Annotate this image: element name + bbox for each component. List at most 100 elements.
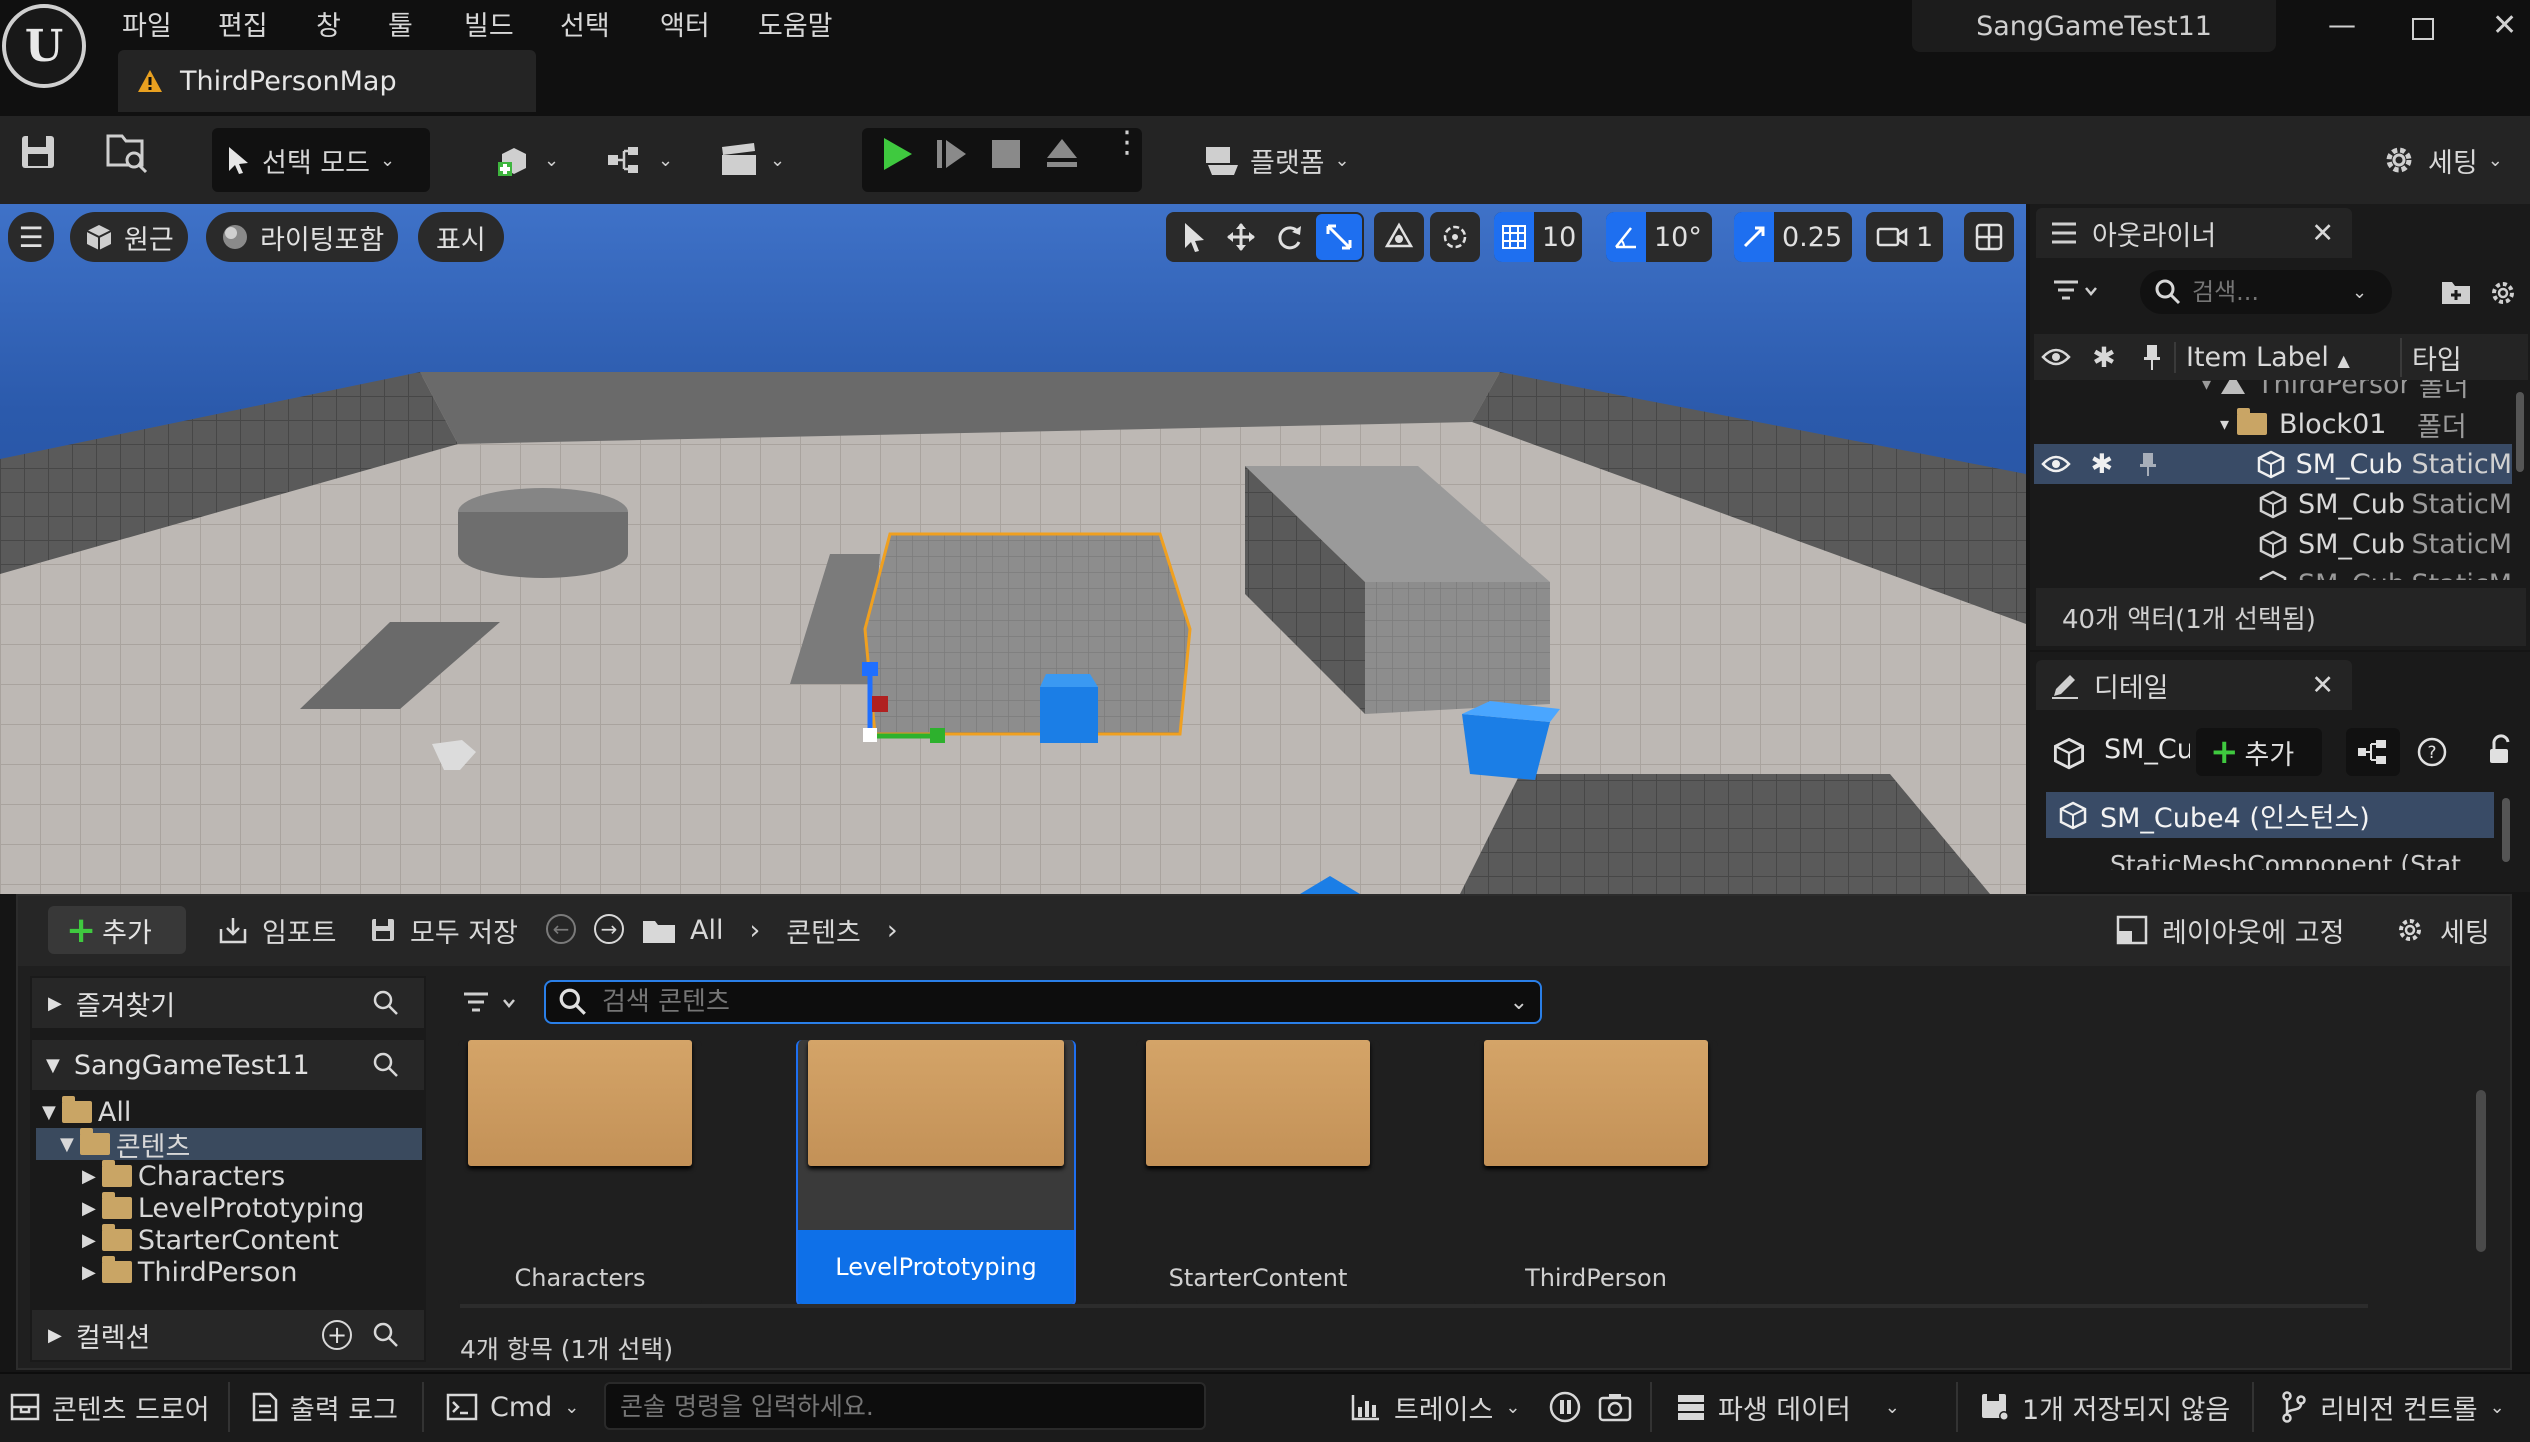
search-icon[interactable]	[372, 1051, 400, 1079]
tree-item[interactable]: ▶ LevelPrototyping	[36, 1192, 422, 1224]
add-component-button[interactable]: + 추가	[2196, 728, 2322, 776]
minimize-icon[interactable]: —	[2328, 8, 2356, 41]
outliner-scrollbar[interactable]	[2516, 392, 2524, 472]
tree-item[interactable]: ▶ ThirdPerson	[36, 1256, 422, 1288]
dock-in-layout-button[interactable]: 레이아웃에 고정	[2116, 906, 2344, 954]
tree-item-content-selected[interactable]: ▼ 콘텐츠	[36, 1128, 422, 1160]
viewport-menu-icon[interactable]: ☰	[8, 212, 54, 262]
maximize-icon[interactable]	[2412, 18, 2434, 40]
content-drawer-button[interactable]: 콘텐츠 드로어	[10, 1372, 210, 1442]
menu-help[interactable]: 도움말	[758, 4, 833, 43]
filter-icon[interactable]	[2052, 276, 2100, 306]
select-mode-dropdown[interactable]: 선택 모드 ⌄	[212, 128, 430, 192]
rotate-tool-icon[interactable]	[1274, 222, 1304, 252]
close-icon[interactable]: ✕	[2311, 218, 2334, 249]
console-input-box[interactable]	[604, 1382, 1206, 1430]
menu-file[interactable]: 파일	[122, 4, 172, 43]
history-back-icon[interactable]: ←	[546, 914, 576, 944]
tree-item-all[interactable]: ▼ All	[36, 1096, 422, 1128]
static-mesh-component-row[interactable]: StaticMeshComponent (Stat	[2110, 848, 2490, 870]
collections-section[interactable]: ▶ 컬렉션 +	[32, 1310, 424, 1360]
outliner-row-selected[interactable]: ✱ SM_Cub StaticM	[2034, 444, 2512, 484]
asset-scrollbar[interactable]	[2476, 1090, 2486, 1252]
save-icon[interactable]	[18, 132, 58, 172]
step-forward-icon[interactable]	[934, 136, 970, 172]
cinematics-button[interactable]: ⌄	[718, 128, 785, 192]
add-collection-icon[interactable]: +	[322, 1320, 352, 1350]
view-mode-toggle[interactable]: 라이팅포함	[206, 212, 399, 262]
settings-button[interactable]: 세팅 ⌄	[2380, 128, 2503, 192]
add-folder-icon[interactable]	[2440, 278, 2472, 306]
blueprint-button[interactable]: ⌄	[606, 128, 673, 192]
scale-tool-icon[interactable]	[1316, 214, 1362, 260]
tree-item[interactable]: ▶ Characters	[36, 1160, 422, 1192]
component-instance-row[interactable]: SM_Cube4 (인스턴스)	[2046, 792, 2494, 838]
menu-build[interactable]: 빌드	[464, 4, 514, 43]
cmd-dropdown[interactable]: Cmd ⌄	[446, 1372, 579, 1442]
visibility-icon[interactable]	[2034, 454, 2077, 474]
details-scrollbar[interactable]	[2502, 798, 2510, 862]
unreal-logo-icon[interactable]: U	[2, 4, 86, 88]
close-icon[interactable]: ✕	[2311, 670, 2334, 701]
asset-tile[interactable]: ThirdPerson	[1474, 1040, 1718, 1306]
search-icon[interactable]	[372, 1321, 400, 1349]
asset-tile-selected[interactable]: LevelPrototyping	[796, 1040, 1076, 1306]
content-settings-button[interactable]: 세팅	[2394, 906, 2490, 954]
select-tool-icon[interactable]	[1180, 220, 1208, 254]
favorites-section[interactable]: ▶ 즐겨찾기	[32, 978, 424, 1028]
menu-edit[interactable]: 편집	[218, 4, 268, 43]
outliner-row[interactable]: ▾ Block01 폴더	[2034, 404, 2512, 444]
asset-tile[interactable]: Characters	[458, 1040, 702, 1306]
more-options-icon[interactable]: ⋮	[1112, 128, 1142, 158]
add-content-button[interactable]: + 추가	[48, 906, 186, 954]
filter-icon[interactable]	[462, 988, 528, 1018]
import-button[interactable]: 임포트	[218, 906, 337, 954]
viewport-layout-button[interactable]	[1964, 212, 2014, 262]
revision-control-button[interactable]: 리비전 컨트롤 ⌄	[2280, 1372, 2505, 1442]
outliner-search[interactable]: ⌄	[2140, 270, 2392, 314]
search-icon[interactable]	[372, 989, 400, 1017]
outliner-row[interactable]: SM_Cub StaticM	[2034, 484, 2512, 524]
menu-window[interactable]: 창	[316, 4, 341, 43]
pin-column-icon[interactable]	[2130, 343, 2174, 371]
chevron-right-icon[interactable]: ›	[887, 915, 898, 946]
tab-level-map[interactable]: ThirdPersonMap	[118, 50, 536, 112]
asset-tile[interactable]: StarterContent	[1136, 1040, 1380, 1306]
favorite-column-icon[interactable]: ✱	[2078, 341, 2130, 374]
unsaved-assets-button[interactable]: 1개 저장되지 않음	[1980, 1372, 2230, 1442]
help-icon[interactable]: ?	[2416, 736, 2448, 768]
outliner-settings-icon[interactable]	[2488, 278, 2518, 308]
close-window-icon[interactable]: ✕	[2492, 8, 2517, 43]
move-tool-icon[interactable]	[1226, 222, 1256, 252]
stop-icon[interactable]	[990, 138, 1022, 170]
grid-snap-button[interactable]: 10	[1494, 212, 1583, 262]
eject-icon[interactable]	[1044, 136, 1080, 170]
outliner-row[interactable]: SM_Cub StaticM	[2034, 524, 2512, 564]
chevron-right-icon[interactable]: ›	[749, 915, 760, 946]
screenshot-icon[interactable]	[1598, 1392, 1632, 1422]
derived-data-dropdown[interactable]: 파생 데이터 ⌄	[1676, 1372, 1900, 1442]
save-all-button[interactable]: 모두 저장	[370, 906, 518, 954]
surface-snap-button[interactable]	[1374, 212, 1424, 262]
item-label-column[interactable]: Item Label ▲	[2174, 341, 2400, 373]
outliner-tab[interactable]: 아웃라이너 ✕	[2036, 208, 2352, 258]
perspective-toggle[interactable]: 원근	[70, 212, 188, 262]
rotation-snap-button[interactable]: 10°	[1606, 212, 1712, 262]
content-search[interactable]: ⌄	[544, 980, 1542, 1024]
lock-icon[interactable]	[2484, 734, 2516, 768]
details-tab[interactable]: 디테일 ✕	[2036, 660, 2352, 710]
type-column-header[interactable]: 타입	[2400, 337, 2462, 377]
play-icon[interactable]	[876, 134, 916, 174]
project-section[interactable]: ▼ SangGameTest11	[32, 1040, 424, 1090]
content-search-input[interactable]	[602, 987, 1496, 1017]
outliner-search-input[interactable]	[2192, 278, 2342, 306]
world-local-button[interactable]	[1430, 212, 1480, 262]
actor-name-field[interactable]: SM_Cu	[2104, 734, 2190, 774]
outliner-row[interactable]: ▾ ThirdPerson 폴더	[2034, 380, 2512, 404]
output-log-button[interactable]: 출력 로그	[252, 1372, 398, 1442]
menu-select[interactable]: 선택	[560, 4, 610, 43]
console-input[interactable]	[620, 1391, 1204, 1421]
menu-actor[interactable]: 액터	[660, 4, 710, 43]
camera-speed-button[interactable]: 1	[1866, 212, 1944, 262]
scale-snap-button[interactable]: 0.25	[1734, 212, 1853, 262]
